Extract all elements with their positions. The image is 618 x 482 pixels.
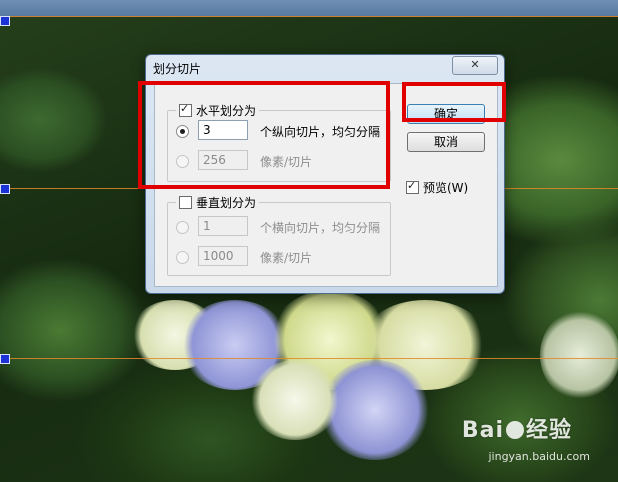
vertical-pixels-radio[interactable]: [176, 251, 189, 264]
baidu-paw-icon: [505, 421, 524, 439]
preview-label: 预览(W): [423, 181, 469, 195]
dialog-titlebar[interactable]: 划分切片 ✕: [146, 55, 504, 81]
watermark-brand: Bai: [461, 418, 504, 443]
top-window-bar: [0, 0, 618, 17]
watermark-url: jingyan.baidu.com: [488, 450, 590, 463]
checkbox-icon: [179, 196, 192, 209]
baidu-watermark: Bai 经验: [462, 412, 572, 444]
vertical-count-radio[interactable]: [176, 221, 189, 234]
highlight-ok-button: [402, 82, 506, 122]
vertical-divide-checkbox[interactable]: 垂直划分为: [176, 194, 260, 211]
cancel-button[interactable]: 取消: [407, 132, 485, 152]
vertical-pixels-input[interactable]: [198, 246, 248, 266]
watermark-brand-2: 经验: [525, 418, 572, 443]
checkbox-icon: [406, 179, 419, 194]
vertical-pixels-label: 像素/切片: [260, 251, 313, 265]
vertical-divide-label: 垂直划分为: [196, 196, 257, 210]
dialog-title: 划分切片: [153, 62, 202, 76]
blossom: [540, 310, 618, 400]
slice-guide-line: [0, 16, 618, 17]
slice-marker-icon: [0, 16, 10, 26]
slice-marker-icon: [0, 354, 10, 364]
slice-marker-icon: [0, 184, 10, 194]
slice-guide-line: [0, 358, 618, 359]
vertical-count-input[interactable]: [198, 216, 248, 236]
close-icon: ✕: [470, 58, 480, 71]
highlight-horizontal-group: [138, 81, 390, 189]
vertical-divide-group: 垂直划分为 个横向切片，均匀分隔 像素/切片: [167, 194, 391, 276]
blossom: [250, 360, 340, 440]
preview-checkbox[interactable]: 预览(W): [406, 179, 468, 196]
vertical-count-label: 个横向切片，均匀分隔: [260, 221, 381, 235]
photoshop-canvas: 划分切片 ✕ 水平划分为 个纵向切片，均匀分隔 像素/切片 垂: [0, 0, 618, 482]
close-button[interactable]: ✕: [452, 56, 498, 75]
